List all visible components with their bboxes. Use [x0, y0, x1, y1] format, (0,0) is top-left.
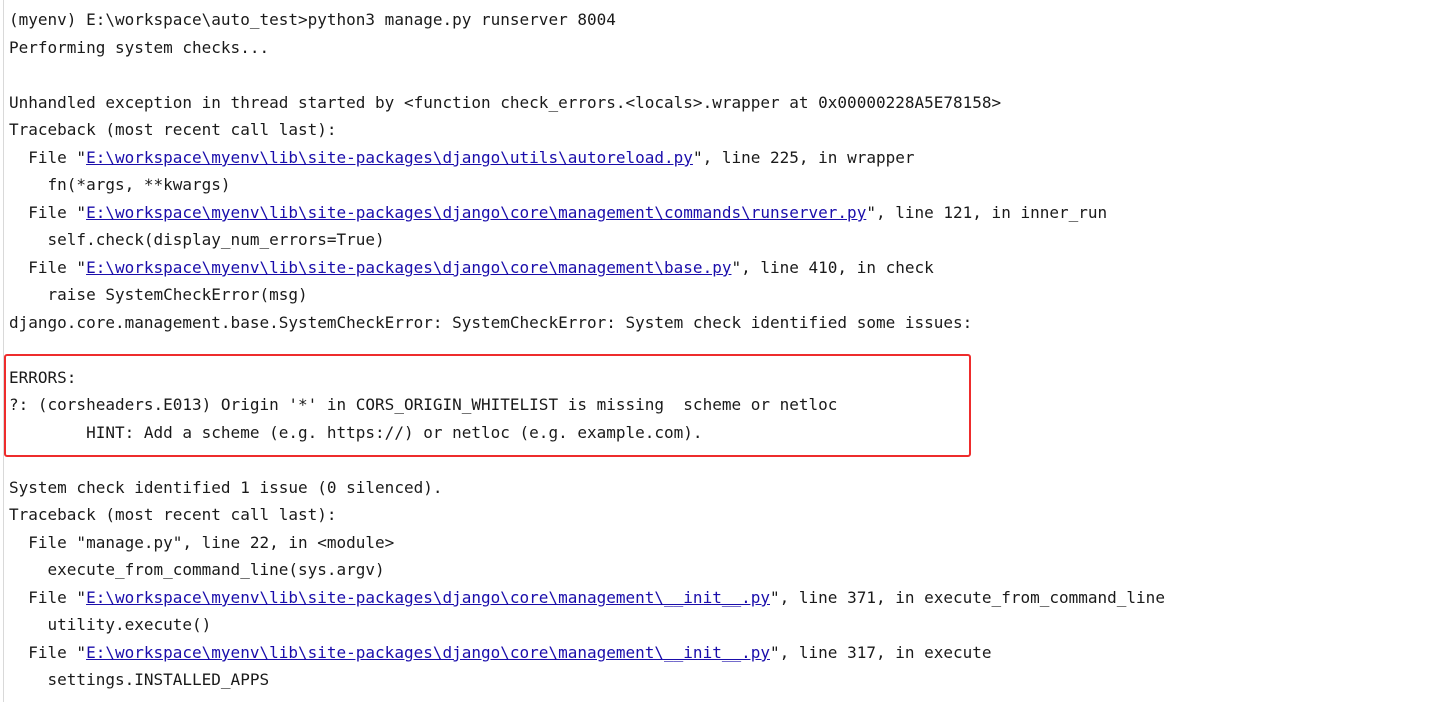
traceback-frame: File "E:\workspace\myenv\lib\site-packag… [9, 254, 934, 281]
output-line: utility.execute() [9, 615, 212, 634]
file-path-link[interactable]: E:\workspace\myenv\lib\site-packages\dja… [86, 588, 770, 607]
file-prefix: File " [9, 643, 87, 662]
file-suffix: ", line 371, in execute_from_command_lin… [770, 588, 1165, 607]
file-path-link[interactable]: E:\workspace\myenv\lib\site-packages\dja… [86, 258, 731, 277]
file-prefix: File " [9, 203, 87, 222]
output-line: Performing system checks... [9, 38, 270, 57]
left-border [3, 0, 4, 702]
file-suffix: ", line 121, in inner_run [866, 203, 1108, 222]
output-line: settings.INSTALLED_APPS [9, 670, 270, 689]
file-prefix: File " [9, 258, 87, 277]
file-prefix: File " [9, 588, 87, 607]
output-line: execute_from_command_line(sys.argv) [9, 560, 385, 579]
error-highlight-box [4, 354, 971, 457]
traceback-frame: File "E:\workspace\myenv\lib\site-packag… [9, 199, 1107, 226]
output-line: raise SystemCheckError(msg) [9, 285, 308, 304]
file-suffix: ", line 225, in wrapper [692, 148, 915, 167]
output-line: File "manage.py", line 22, in <module> [9, 533, 395, 552]
output-line: self.check(display_num_errors=True) [9, 230, 385, 249]
command-line: (myenv) E:\workspace\auto_test>python3 m… [9, 10, 616, 29]
traceback-frame: File "E:\workspace\myenv\lib\site-packag… [9, 144, 915, 171]
file-suffix: ", line 317, in execute [770, 643, 992, 662]
output-line: Unhandled exception in thread started by… [9, 93, 1002, 112]
traceback-frame: File "E:\workspace\myenv\lib\site-packag… [9, 584, 1165, 611]
output-line: django.core.management.base.SystemCheckE… [9, 313, 973, 332]
file-path-link[interactable]: E:\workspace\myenv\lib\site-packages\dja… [86, 148, 693, 167]
console-output: (myenv) E:\workspace\auto_test>python3 m… [0, 0, 1440, 702]
traceback-frame: File "E:\workspace\myenv\lib\site-packag… [9, 639, 992, 666]
output-line: fn(*args, **kwargs) [9, 175, 231, 194]
file-path-link[interactable]: E:\workspace\myenv\lib\site-packages\dja… [86, 203, 866, 222]
output-line: System check identified 1 issue (0 silen… [9, 478, 443, 497]
file-prefix: File " [9, 148, 87, 167]
file-path-link[interactable]: E:\workspace\myenv\lib\site-packages\dja… [86, 643, 770, 662]
output-line: Traceback (most recent call last): [9, 505, 337, 524]
output-line: Traceback (most recent call last): [9, 120, 337, 139]
file-suffix: ", line 410, in check [731, 258, 934, 277]
